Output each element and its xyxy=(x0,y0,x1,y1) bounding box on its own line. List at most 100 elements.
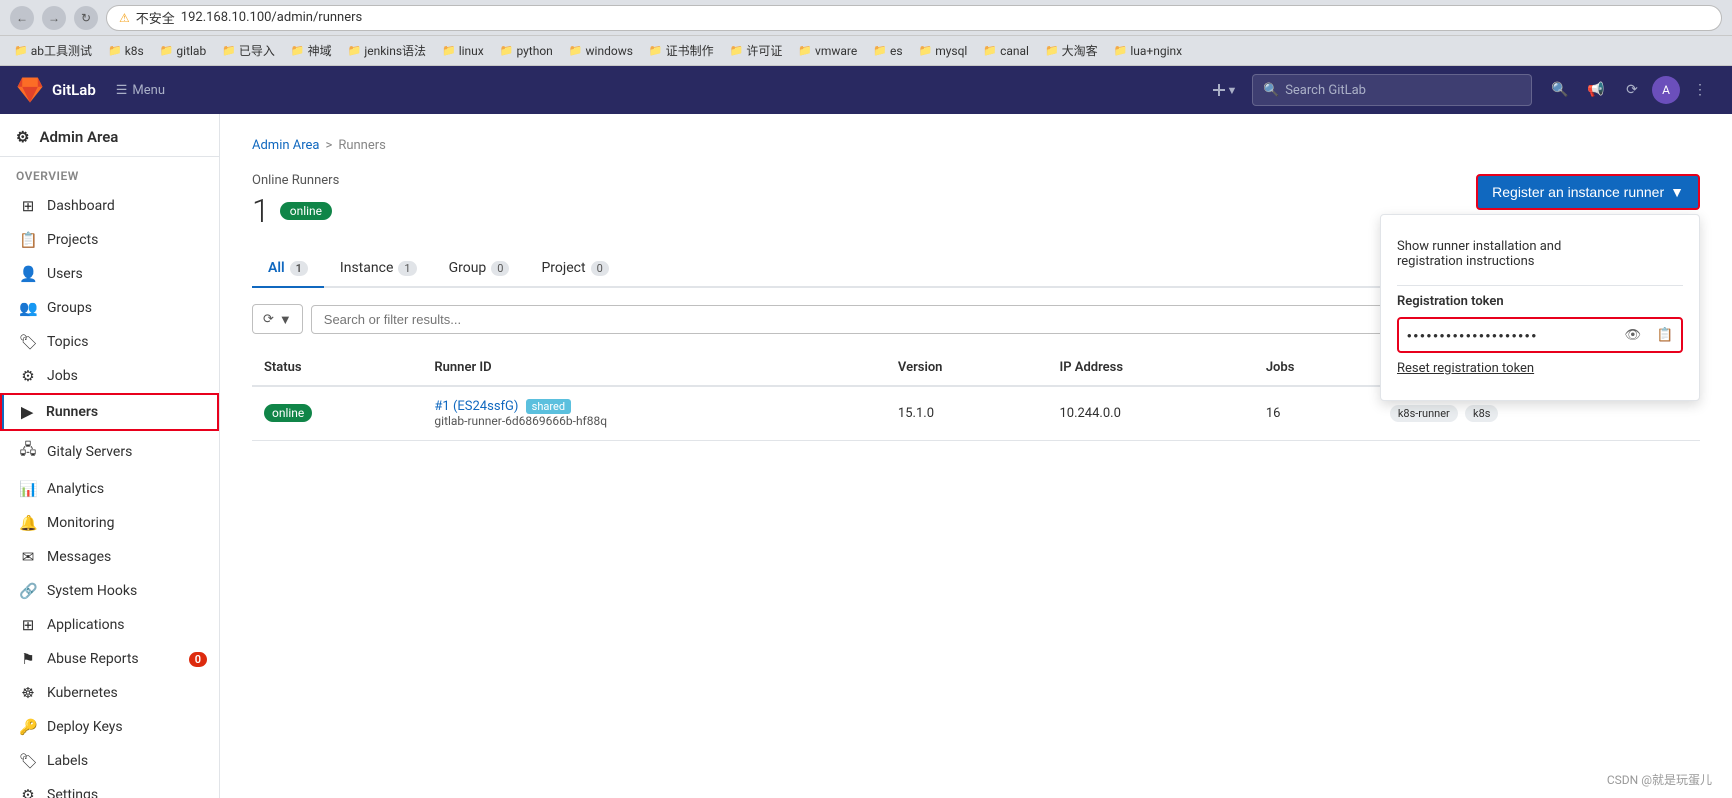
sidebar-item-kubernetes[interactable]: ☸ Kubernetes xyxy=(0,676,219,710)
browser-bar: ← → ↻ ⚠ 不安全 192.168.10.100/admin/runners xyxy=(0,0,1732,36)
tag-k8s: k8s xyxy=(1465,405,1498,422)
admin-area-header: ⚙ Admin Area xyxy=(0,114,219,157)
sidebar-item-users[interactable]: 👤 Users xyxy=(0,257,219,291)
reload-button[interactable]: ↻ xyxy=(74,6,98,30)
show-instructions-item[interactable]: Show runner installation andregistration… xyxy=(1397,231,1683,277)
user-avatar[interactable]: A xyxy=(1652,76,1680,104)
sidebar-item-labels[interactable]: 🏷 Labels xyxy=(0,744,219,778)
sidebar-item-analytics[interactable]: 📊 Analytics xyxy=(0,472,219,506)
bookmark-gitlab[interactable]: 📁 gitlab xyxy=(154,42,212,60)
col-version: Version xyxy=(886,350,1048,386)
search-bar[interactable]: 🔍 Search GitLab xyxy=(1252,74,1532,106)
tab-all[interactable]: All 1 xyxy=(252,250,324,288)
breadcrumb-current: Runners xyxy=(338,138,386,153)
bookmark-k8s[interactable]: 📁 k8s xyxy=(102,42,150,60)
applications-icon: ⊞ xyxy=(19,616,37,634)
registration-token-input[interactable] xyxy=(1401,324,1615,347)
sidebar-item-label: Abuse Reports xyxy=(47,651,139,667)
sidebar-item-runners[interactable]: ▶ Runners xyxy=(0,393,219,431)
bookmark-imported[interactable]: 📁 已导入 xyxy=(216,40,281,61)
bookmark-ab[interactable]: 📁 ab工具测试 xyxy=(8,40,98,61)
hamburger-icon: ☰ xyxy=(116,83,128,98)
tab-instance[interactable]: Instance 1 xyxy=(324,250,433,288)
bookmark-folder-icon: 📁 xyxy=(160,44,174,57)
bookmark-folder-icon: 📁 xyxy=(1045,44,1059,57)
bookmark-cert[interactable]: 📁 证书制作 xyxy=(643,40,720,61)
sidebar-item-applications[interactable]: ⊞ Applications xyxy=(0,608,219,642)
search-icon-btn[interactable]: 🔍 xyxy=(1544,74,1576,106)
registration-token-label: Registration token xyxy=(1397,294,1683,309)
bookmark-folder-icon: 📁 xyxy=(730,44,744,57)
sidebar-item-label: Projects xyxy=(47,232,98,248)
sidebar-item-jobs[interactable]: ⚙ Jobs xyxy=(0,359,219,393)
more-icon-btn[interactable]: ⋮ xyxy=(1684,74,1716,106)
tab-project[interactable]: Project 0 xyxy=(525,250,624,288)
bookmark-lua-nginx[interactable]: 📁 lua+nginx xyxy=(1108,42,1188,60)
sidebar-item-projects[interactable]: 📋 Projects xyxy=(0,223,219,257)
bookmark-folder-icon: 📁 xyxy=(222,44,236,57)
col-status: Status xyxy=(252,350,422,386)
merge-request-icon-btn[interactable]: ⟳ xyxy=(1616,74,1648,106)
forward-button[interactable]: → xyxy=(42,6,66,30)
runner-ip-cell: 10.244.0.0 xyxy=(1047,386,1253,441)
labels-icon: 🏷 xyxy=(19,752,37,770)
bookmark-canal[interactable]: 📁 canal xyxy=(977,42,1035,60)
sidebar-item-monitoring[interactable]: 🔔 Monitoring xyxy=(0,506,219,540)
bookmark-mysql[interactable]: 📁 mysql xyxy=(913,42,974,60)
bookmark-vmware[interactable]: 📁 vmware xyxy=(792,42,863,60)
runner-id-link[interactable]: #1 (ES24ssfG) xyxy=(434,399,518,414)
settings-icon: ⚙ xyxy=(19,786,37,798)
tab-all-count: 1 xyxy=(290,261,308,276)
bookmark-folder-icon: 📁 xyxy=(348,44,362,57)
sidebar-item-messages[interactable]: ✉ Messages xyxy=(0,540,219,574)
back-button[interactable]: ← xyxy=(10,6,34,30)
plus-icon-btn[interactable]: ▼ xyxy=(1208,74,1240,106)
gitlab-logo[interactable]: GitLab xyxy=(16,76,96,104)
bookmark-windows[interactable]: 📁 windows xyxy=(563,42,639,60)
bookmark-folder-icon: 📁 xyxy=(291,44,305,57)
bookmark-shendomain[interactable]: 📁 神域 xyxy=(285,40,338,61)
users-icon: 👤 xyxy=(19,265,37,283)
bookmark-folder-icon: 📁 xyxy=(983,44,997,57)
filter-history-btn[interactable]: ⟳ ▼ xyxy=(252,304,303,334)
sidebar-item-label: Settings xyxy=(47,787,98,798)
col-jobs: Jobs xyxy=(1254,350,1378,386)
admin-area-label: Admin Area xyxy=(39,128,118,146)
sidebar-item-label: Runners xyxy=(46,404,98,420)
bookmark-linux[interactable]: 📁 linux xyxy=(436,42,490,60)
address-bar[interactable]: ⚠ 不安全 192.168.10.100/admin/runners xyxy=(106,5,1722,31)
tab-group-label: Group xyxy=(449,260,487,276)
hooks-icon: 🔗 xyxy=(19,582,37,600)
sidebar-item-label: Groups xyxy=(47,300,92,316)
tab-group[interactable]: Group 0 xyxy=(433,250,526,288)
bookmark-folder-icon: 📁 xyxy=(569,44,583,57)
sidebar-item-settings[interactable]: ⚙ Settings xyxy=(0,778,219,798)
breadcrumb-admin-link[interactable]: Admin Area xyxy=(252,138,320,153)
toggle-token-visibility-button[interactable]: 👁 xyxy=(1619,321,1647,349)
sidebar-item-dashboard[interactable]: ⊞ Dashboard xyxy=(0,189,219,223)
sidebar-item-abuse-reports[interactable]: ⚑ Abuse Reports 0 xyxy=(0,642,219,676)
register-instance-runner-button[interactable]: Register an instance runner ▼ xyxy=(1476,174,1700,210)
menu-button[interactable]: ☰ Menu xyxy=(108,79,173,102)
bookmark-python[interactable]: 📁 python xyxy=(494,42,559,60)
sidebar-item-gitaly[interactable]: 🖧 Gitaly Servers xyxy=(0,431,219,472)
sidebar-item-label: Applications xyxy=(47,617,125,633)
bookmark-folder-icon: 📁 xyxy=(798,44,812,57)
sidebar-item-topics[interactable]: 🏷 Topics xyxy=(0,325,219,359)
topics-icon: 🏷 xyxy=(19,333,37,351)
copy-token-button[interactable]: 📋 xyxy=(1651,321,1679,349)
sidebar-item-deploy-keys[interactable]: 🔑 Deploy Keys xyxy=(0,710,219,744)
sidebar-item-groups[interactable]: 👥 Groups xyxy=(0,291,219,325)
reset-registration-token-link[interactable]: Reset registration token xyxy=(1397,353,1683,384)
sidebar-item-system-hooks[interactable]: 🔗 System Hooks xyxy=(0,574,219,608)
broadcast-icon-btn[interactable]: 📢 xyxy=(1580,74,1612,106)
jobs-icon: ⚙ xyxy=(19,367,37,385)
bookmark-es[interactable]: 📁 es xyxy=(867,42,908,60)
bookmark-taoke[interactable]: 📁 大淘客 xyxy=(1039,40,1104,61)
dropdown-divider xyxy=(1397,285,1683,286)
sidebar-item-label: Gitaly Servers xyxy=(47,444,132,460)
runner-id-cell: #1 (ES24ssfG) shared gitlab-runner-6d686… xyxy=(422,386,886,441)
bookmark-license[interactable]: 📁 许可证 xyxy=(724,40,789,61)
filter-chevron-icon: ▼ xyxy=(279,312,292,327)
bookmark-jenkins[interactable]: 📁 jenkins语法 xyxy=(342,40,432,61)
